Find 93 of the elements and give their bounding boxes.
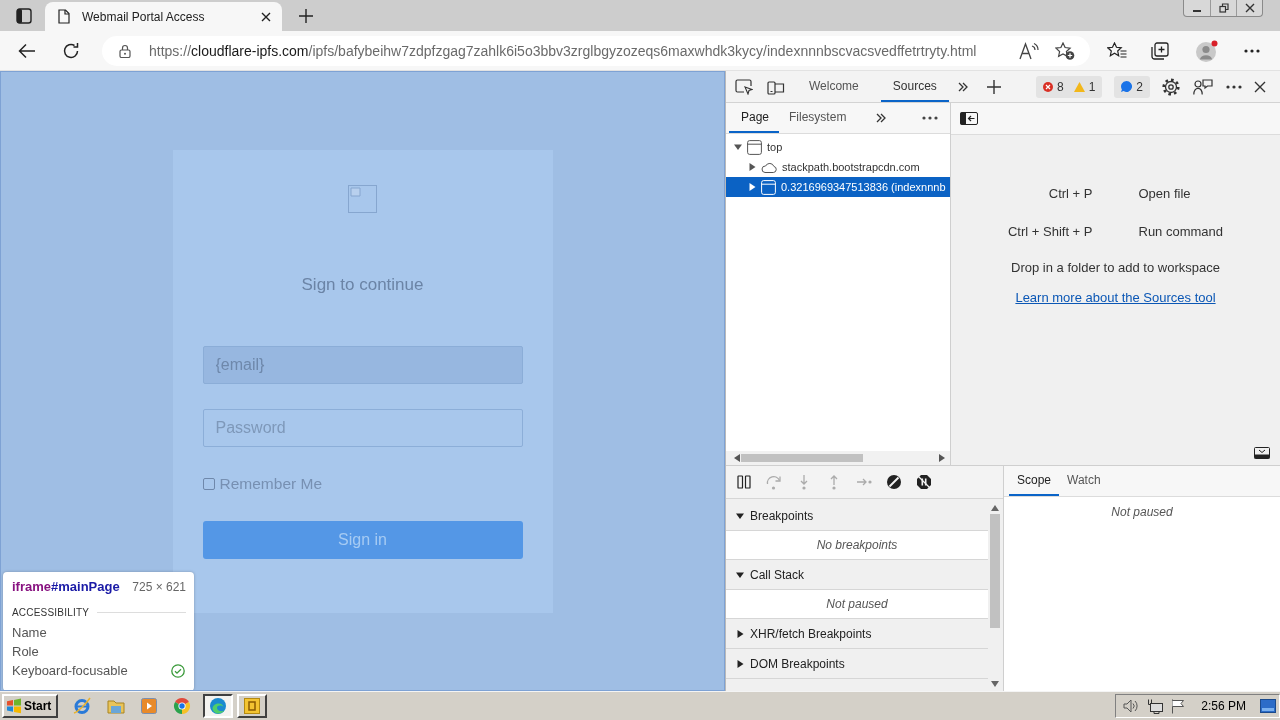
feedback-icon[interactable] [1193, 78, 1213, 95]
more-icon[interactable] [1226, 84, 1242, 89]
frame-icon [761, 179, 776, 195]
browser-tab[interactable]: Webmail Portal Access [45, 2, 282, 31]
scrollbar-thumb[interactable] [989, 514, 1000, 628]
element-selector: iframe#mainPage [12, 579, 120, 594]
caret-right-icon[interactable] [736, 659, 744, 668]
close-icon[interactable] [1244, 3, 1255, 13]
settings-icon[interactable] [1162, 77, 1180, 96]
navigator-tab[interactable]: Page [729, 103, 780, 133]
empty-message: No breakpoints [726, 531, 988, 560]
page-icon [58, 9, 70, 24]
caret-right-icon[interactable] [736, 629, 744, 638]
favorites-icon[interactable] [1107, 42, 1127, 59]
show-desktop-icon[interactable] [1260, 699, 1276, 713]
color-orb-icon[interactable] [173, 697, 191, 715]
add-favorite-icon[interactable] [1055, 41, 1075, 60]
tab-actions-icon[interactable] [16, 8, 32, 24]
collections-icon[interactable] [1151, 41, 1169, 60]
drop-hint-text: Drop in a folder to add to workspace [1011, 259, 1220, 277]
sidebar-tab[interactable]: Watch [1059, 466, 1109, 496]
read-aloud-icon[interactable] [1019, 41, 1039, 60]
tree-item[interactable]: 0.3216969347513836 (indexnnnb [726, 177, 950, 197]
more-tabs-icon[interactable] [957, 81, 968, 92]
taskbar-button[interactable] [203, 694, 233, 718]
shortcut-action: Run command [1138, 223, 1224, 241]
new-tab-icon[interactable] [299, 8, 313, 23]
error-icon [1042, 81, 1053, 92]
remember-checkbox[interactable] [202, 478, 215, 490]
add-tab-icon[interactable] [986, 79, 1001, 94]
more-icon[interactable] [922, 116, 938, 120]
learn-more-link[interactable]: Learn more about the Sources tool [1015, 288, 1216, 308]
more-icon[interactable] [1244, 48, 1260, 53]
section-header[interactable]: DOM Breakpoints [726, 649, 988, 679]
login-heading: Sign to continue [301, 275, 424, 295]
caret-right-icon[interactable] [748, 163, 756, 171]
caret-down-icon[interactable] [734, 143, 742, 151]
sidebar-tab[interactable]: Scope [1009, 466, 1060, 496]
profile-avatar-icon[interactable] [1196, 39, 1218, 62]
close-icon[interactable] [261, 11, 271, 22]
property-label: Role [12, 643, 40, 661]
scroll-down-icon[interactable] [990, 681, 999, 687]
empty-message: Not paused [1110, 504, 1174, 519]
windows-flag-icon [6, 698, 22, 714]
deactivate-breakpoints-icon[interactable] [886, 474, 902, 490]
frame-icon [747, 139, 762, 155]
property-label: Keyboard-focusable [12, 662, 128, 680]
horizontal-scrollbar[interactable] [726, 451, 950, 465]
console-drawer-icon[interactable] [1254, 447, 1270, 459]
more-tabs-icon[interactable] [876, 113, 887, 123]
section-header[interactable]: XHR/fetch Breakpoints [726, 619, 988, 649]
show-navigator-icon[interactable] [960, 112, 978, 125]
start-button[interactable]: Start [2, 694, 58, 718]
cloud-icon [761, 161, 777, 173]
pause-icon[interactable] [736, 474, 752, 490]
devtools-tab[interactable]: Welcome [797, 71, 871, 102]
caret-down-icon[interactable] [736, 570, 744, 579]
shortcut-action: Open file [1138, 185, 1192, 203]
tree-item[interactable]: top [726, 137, 950, 157]
property-label: Name [12, 624, 48, 642]
close-icon[interactable] [1254, 80, 1266, 93]
caret-down-icon[interactable] [736, 511, 744, 520]
shortcut-keys: Ctrl + Shift + P [1007, 222, 1093, 242]
message-icon [1121, 81, 1133, 92]
lock-icon[interactable] [119, 43, 131, 58]
clock[interactable]: 2:56 PM [1201, 699, 1246, 713]
note-icon [244, 698, 260, 714]
section-heading: ACCESSIBILITY [12, 607, 90, 618]
refresh-icon[interactable] [62, 41, 80, 60]
e-globe-icon[interactable] [73, 697, 91, 715]
navigator-tab[interactable]: Filesystem [779, 103, 857, 133]
address-field[interactable]: https://cloudflare-ipfs.com/ipfs/bafybeihw7zdpfzgag7zahlk6i5o3bbv3zrglbgyzozeqs6maxwhdk3kycy/indexnnnbscvacsvedffetrtryty.html [102, 35, 1090, 66]
tree-item[interactable]: stackpath.bootstrapcdn.com [726, 157, 950, 177]
speaker-icon[interactable] [1123, 699, 1140, 713]
flag-icon[interactable] [1171, 698, 1186, 714]
network-icon[interactable] [1147, 698, 1164, 714]
back-icon[interactable] [18, 42, 36, 59]
pause-on-exceptions-icon[interactable] [916, 474, 932, 490]
swirl-icon [209, 697, 227, 715]
broken-image-icon [348, 185, 377, 213]
element-size: 725 × 621 [132, 580, 186, 594]
device-toolbar-icon[interactable] [767, 78, 785, 95]
issues-button[interactable]: 8 1 [1035, 75, 1103, 98]
inspect-icon[interactable] [735, 78, 753, 95]
play-icon[interactable] [141, 698, 157, 714]
warning-icon [1073, 81, 1085, 92]
scroll-up-icon[interactable] [990, 505, 999, 511]
shortcut-keys: Ctrl + P [1048, 184, 1093, 204]
scrollbar-thumb[interactable] [741, 454, 863, 462]
empty-message: Not paused [726, 590, 988, 619]
messages-button[interactable]: 2 [1114, 75, 1150, 98]
scroll-right-icon[interactable] [939, 454, 945, 462]
restore-icon[interactable] [1218, 3, 1229, 13]
